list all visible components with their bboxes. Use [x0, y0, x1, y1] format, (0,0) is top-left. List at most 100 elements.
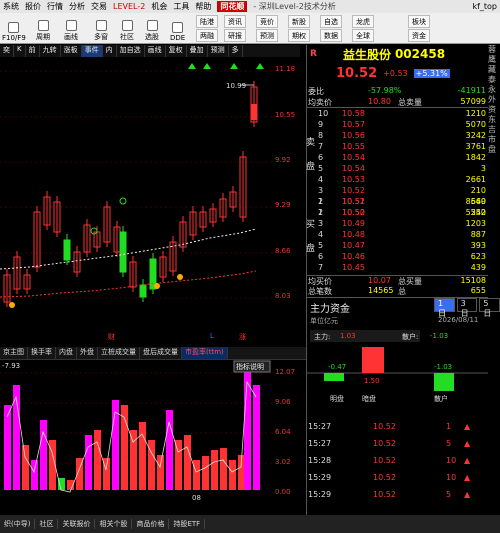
tab-0[interactable]: 奕: [0, 45, 14, 57]
margin-button[interactable]: 两融: [196, 29, 218, 42]
event-marker-l[interactable]: L: [210, 332, 214, 340]
indicator-tab-outer[interactable]: 外盘: [77, 347, 98, 359]
data-button[interactable]: 数据: [320, 29, 342, 42]
sell-order-row[interactable]: 10 10.58 1210: [306, 109, 488, 120]
period-button[interactable]: 周期: [36, 14, 50, 42]
indicator-value: -7.93: [2, 362, 20, 370]
order-qty: 549: [470, 197, 486, 206]
event-marker-limit[interactable]: 涨: [239, 332, 246, 342]
tab-forecast[interactable]: 预测: [208, 45, 229, 57]
sell-order-row[interactable]: 6 10.54 1842: [306, 153, 488, 164]
stock-name: 益生股份: [342, 47, 391, 62]
draw-button[interactable]: 画线: [64, 14, 78, 42]
buy-order-row[interactable]: 6 10.46 623: [306, 252, 488, 263]
buy-order-row[interactable]: 3 10.49 1203: [306, 219, 488, 230]
order-qty: 2661: [465, 175, 486, 184]
sell-order-row[interactable]: 9 10.57 5070: [306, 120, 488, 131]
global-button[interactable]: 全球: [352, 29, 374, 42]
indicator-tab-turnover[interactable]: 换手率: [28, 347, 56, 359]
menu-item-analysis[interactable]: 分析: [69, 1, 85, 12]
tab-limit[interactable]: 涨板: [61, 45, 82, 57]
tab-more[interactable]: 多: [229, 45, 243, 57]
order-qty: 1210: [465, 109, 486, 118]
buy-order-row[interactable]: 1 10.51 549: [306, 197, 488, 208]
event-marker-finance[interactable]: 财: [108, 332, 115, 342]
retail-row: 散户: -1.03: [402, 332, 449, 341]
tab-add-watch[interactable]: 加自选: [117, 45, 145, 57]
dragon-tiger-button[interactable]: 龙虎: [352, 15, 374, 28]
ipo-button[interactable]: 新股: [288, 15, 310, 28]
order-level: 5: [318, 164, 324, 173]
bottom-tab-commodity[interactable]: 商品价格: [132, 519, 170, 529]
news-button[interactable]: 资讯: [224, 15, 246, 28]
capital-unit: 单位亿元: [310, 317, 338, 325]
indicator-tab-main[interactable]: 京主图: [0, 347, 28, 359]
indicator-tab-volume[interactable]: 立桩成交量: [98, 347, 140, 359]
indicator-bar: [157, 455, 164, 490]
bottom-tab-related[interactable]: 关联报价: [58, 519, 96, 529]
indicator-bar: [22, 445, 29, 490]
tab-inner[interactable]: 内: [103, 45, 117, 57]
last-price: 10.52: [336, 65, 378, 81]
menu-item-help[interactable]: 帮助: [195, 1, 211, 12]
sell-order-row[interactable]: 7 10.55 3761: [306, 142, 488, 153]
order-qty: 887: [470, 230, 486, 239]
auction-button[interactable]: 竞价: [256, 15, 278, 28]
tab-draw[interactable]: 画线: [145, 45, 166, 57]
menu-item-market[interactable]: 行情: [47, 1, 63, 12]
menu-item-tools[interactable]: 工具: [173, 1, 189, 12]
watchlist-button[interactable]: 自选: [320, 15, 342, 28]
tab-prev[interactable]: 前: [26, 45, 40, 57]
pen-icon: [65, 20, 77, 31]
stock-pick-button[interactable]: 选股: [145, 14, 159, 42]
bottom-tab-community[interactable]: 社区: [35, 519, 59, 529]
hk-connect-button[interactable]: 陆港: [196, 15, 218, 28]
buy-order-row[interactable]: 5 10.47 393: [306, 241, 488, 252]
tab-adjust[interactable]: 复权: [166, 45, 187, 57]
indicator-tab-after-hours[interactable]: 盘后成交量: [140, 347, 182, 359]
buy-order-row[interactable]: 4 10.48 887: [306, 230, 488, 241]
f10-button[interactable]: F10/F9: [2, 14, 26, 42]
indicator-tab-pe[interactable]: 市盈率(ttm): [182, 347, 228, 359]
sell-order-row[interactable]: 8 10.56 3242: [306, 131, 488, 142]
buy-order-row[interactable]: 7 10.45 439: [306, 263, 488, 274]
indicator-chart[interactable]: -7.93 指标说明 08: [0, 360, 272, 515]
menu-item-quote[interactable]: 报价: [25, 1, 41, 12]
indicator-tab-inner[interactable]: 内盘: [56, 347, 77, 359]
multiwin-button[interactable]: 多窗: [94, 14, 108, 42]
chart-tabs: 奕 K 前 九转 涨板 事件 内 加自选 画线 复权 叠加 预测 多: [0, 45, 300, 57]
options-button[interactable]: 期权: [288, 29, 310, 42]
capital-tab-3d[interactable]: 3日: [456, 298, 478, 318]
y-tick: 9.06: [275, 398, 291, 406]
sell-order-row[interactable]: 3 10.52 210: [306, 186, 488, 197]
bottom-tab-etf[interactable]: 持股ETF: [169, 519, 206, 529]
community-button[interactable]: 社区: [120, 14, 134, 42]
sell-order-row[interactable]: 5 10.54 3: [306, 164, 488, 175]
order-price: 10.49: [342, 219, 365, 228]
menu-item-system[interactable]: 系统: [3, 1, 19, 12]
tab-events[interactable]: 事件: [81, 45, 103, 57]
menu-item-level2[interactable]: LEVEL-2: [113, 2, 145, 11]
indicator-bar: [31, 460, 38, 490]
research-button[interactable]: 研报: [224, 29, 246, 42]
tab-nine-turn[interactable]: 九转: [40, 45, 61, 57]
menu-item-trade[interactable]: 交易: [91, 1, 107, 12]
total-sell-value: 57099: [460, 97, 486, 106]
buy-order-row[interactable]: 2 10.50 5242: [306, 208, 488, 219]
kline-chart[interactable]: 10.99: [0, 57, 272, 329]
tab-k[interactable]: K: [14, 45, 26, 57]
order-price: 10.54: [342, 164, 365, 173]
order-price: 10.57: [342, 120, 365, 129]
bottom-tab-guide[interactable]: 织(中导): [0, 519, 36, 529]
menu-item-opportunity[interactable]: 机会: [151, 1, 167, 12]
dde-button[interactable]: DDE: [170, 14, 185, 42]
capital-bar-dark-label: 1.50: [364, 377, 380, 385]
tab-overlay[interactable]: 叠加: [187, 45, 208, 57]
capital-tab-1d[interactable]: 1日: [434, 298, 455, 318]
forecast-button[interactable]: 预测: [256, 29, 278, 42]
f10-icon: [8, 22, 20, 33]
capital-button[interactable]: 资金: [408, 29, 430, 42]
sell-order-row[interactable]: 4 10.53 2661: [306, 175, 488, 186]
sector-button[interactable]: 板块: [408, 15, 430, 28]
bottom-tab-peers[interactable]: 相关个股: [95, 519, 133, 529]
